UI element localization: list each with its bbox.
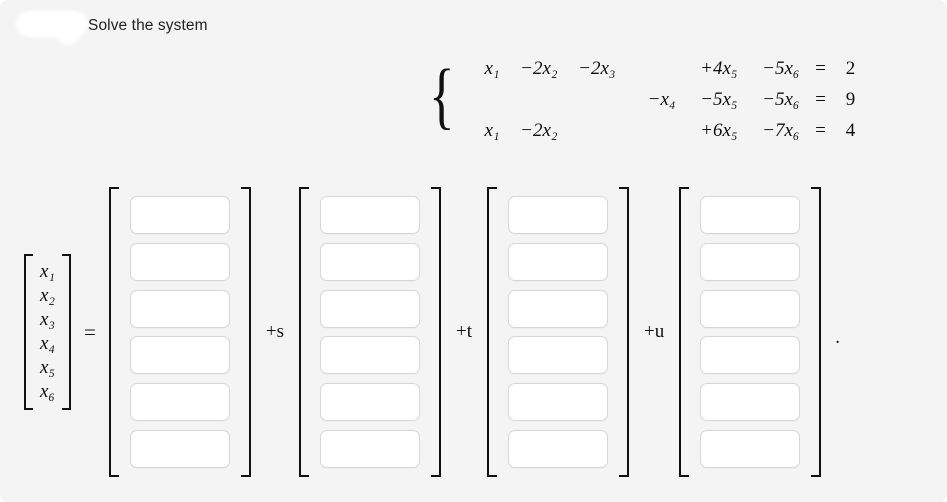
unknown-vector-right-bracket — [62, 254, 72, 410]
vector-3-input-6[interactable] — [508, 429, 608, 468]
vector-4-input-1[interactable] — [700, 196, 801, 234]
trailing-period: . — [835, 327, 840, 348]
equation-3-term-6: −7x₆ — [762, 119, 800, 141]
equation-3-rhs: 4 — [845, 119, 856, 141]
unknown-vector-entry: x₂ — [40, 285, 56, 306]
vector-4-left-bracket — [679, 187, 690, 477]
vector-1-input-5[interactable] — [129, 383, 230, 422]
basis-vector-t — [487, 187, 629, 477]
equation-1-term-1: x₁ — [484, 57, 500, 79]
vector-3-right-bracket — [619, 187, 629, 477]
vector-1-right-bracket — [240, 187, 251, 477]
vector-4-input-2[interactable] — [700, 242, 801, 281]
vector-1-input-4[interactable] — [129, 336, 230, 375]
unknown-vector-entry: x₃ — [40, 309, 56, 330]
vector-3-left-bracket — [487, 187, 497, 477]
vector-4-input-5[interactable] — [700, 383, 801, 422]
equation-1-term-3: −2x₃ — [578, 57, 616, 79]
vector-4-input-4[interactable] — [700, 336, 801, 375]
vector-3-input-5[interactable] — [508, 383, 608, 422]
vector-2-input-1[interactable] — [320, 196, 420, 234]
vector-3-input-4[interactable] — [508, 336, 608, 375]
unknown-vector-entry: x₆ — [40, 381, 56, 402]
equation-2-term-5: −5x₅ — [700, 88, 738, 110]
equation-3-term-2: −2x₂ — [520, 119, 558, 141]
vector-3-input-2[interactable] — [508, 242, 608, 281]
vector-1-inputs — [119, 187, 241, 477]
equation-1-term-2: −2x₂ — [520, 57, 558, 79]
equation-1-equals: = — [815, 57, 826, 79]
vector-1-input-3[interactable] — [129, 289, 230, 328]
vector-1-left-bracket — [108, 187, 119, 477]
left-brace: { — [428, 55, 455, 137]
unknown-vector-entry: x₁ — [40, 261, 56, 282]
vector-4-inputs — [689, 187, 811, 477]
equation-1-term-6: −5x₆ — [762, 57, 800, 79]
equation-2-term-6: −5x₆ — [762, 88, 800, 110]
parameter-label-u: +u — [644, 321, 665, 342]
problem-panel: Solve the system { x₁ −2x₂ −2x₃ +4x₅ −5x… — [0, 0, 947, 502]
vector-4-input-6[interactable] — [700, 429, 801, 468]
vector-3-input-1[interactable] — [508, 196, 608, 234]
panel-header: Solve the system — [0, 0, 947, 46]
equations-grid: x₁ −2x₂ −2x₃ +4x₅ −5x₆ = 2 −x₄ −5x₅ −5x₆… — [462, 53, 864, 146]
equation-1-term-5: +4x₅ — [700, 57, 738, 79]
unknown-vector-entry: x₄ — [40, 333, 56, 354]
vector-2-input-3[interactable] — [320, 289, 420, 328]
vector-2-input-2[interactable] — [320, 242, 420, 281]
vector-1-input-6[interactable] — [129, 429, 230, 468]
equation-2-rhs: 9 — [845, 88, 856, 110]
equation-3-equals: = — [815, 119, 826, 141]
vector-2-input-6[interactable] — [320, 429, 420, 468]
equation-1-rhs: 2 — [845, 57, 856, 79]
equation-2-term-4: −x₄ — [647, 88, 676, 110]
equals-sign: = — [84, 319, 96, 344]
particular-solution-vector — [108, 187, 251, 477]
vector-2-right-bracket — [431, 187, 441, 477]
vector-4-right-bracket — [811, 187, 822, 477]
vector-2-inputs — [309, 187, 431, 477]
page-title: Solve the system — [88, 17, 208, 34]
vector-2-input-5[interactable] — [320, 383, 420, 422]
basis-vector-s — [299, 187, 441, 477]
solution-expression: x₁ x₂ x₃ x₄ x₅ x₆ = +s +t +u . — [0, 186, 947, 478]
equation-3-term-1: x₁ — [484, 119, 500, 141]
unknown-vector: x₁ x₂ x₃ x₄ x₅ x₆ — [24, 254, 72, 410]
vector-1-input-2[interactable] — [129, 242, 230, 281]
unknown-vector-entry: x₅ — [40, 357, 56, 378]
vector-2-left-bracket — [299, 187, 309, 477]
vector-2-input-4[interactable] — [320, 336, 420, 375]
vector-3-input-3[interactable] — [508, 289, 608, 328]
parameter-label-t: +t — [456, 321, 472, 342]
system-of-equations: { x₁ −2x₂ −2x₃ +4x₅ −5x₆ = 2 −x₄ −5x₅ −5… — [424, 48, 864, 146]
equation-3-term-5: +6x₅ — [700, 119, 738, 141]
vector-3-inputs — [497, 187, 619, 477]
parameter-label-s: +s — [265, 321, 284, 342]
equation-2-equals: = — [815, 88, 826, 110]
basis-vector-u — [679, 187, 822, 477]
unknown-vector-entries: x₁ x₂ x₃ x₄ x₅ x₆ — [33, 254, 62, 410]
vector-1-input-1[interactable] — [129, 196, 230, 234]
vector-4-input-3[interactable] — [700, 289, 801, 328]
redaction-blob — [16, 11, 88, 37]
unknown-vector-left-bracket — [24, 254, 33, 410]
